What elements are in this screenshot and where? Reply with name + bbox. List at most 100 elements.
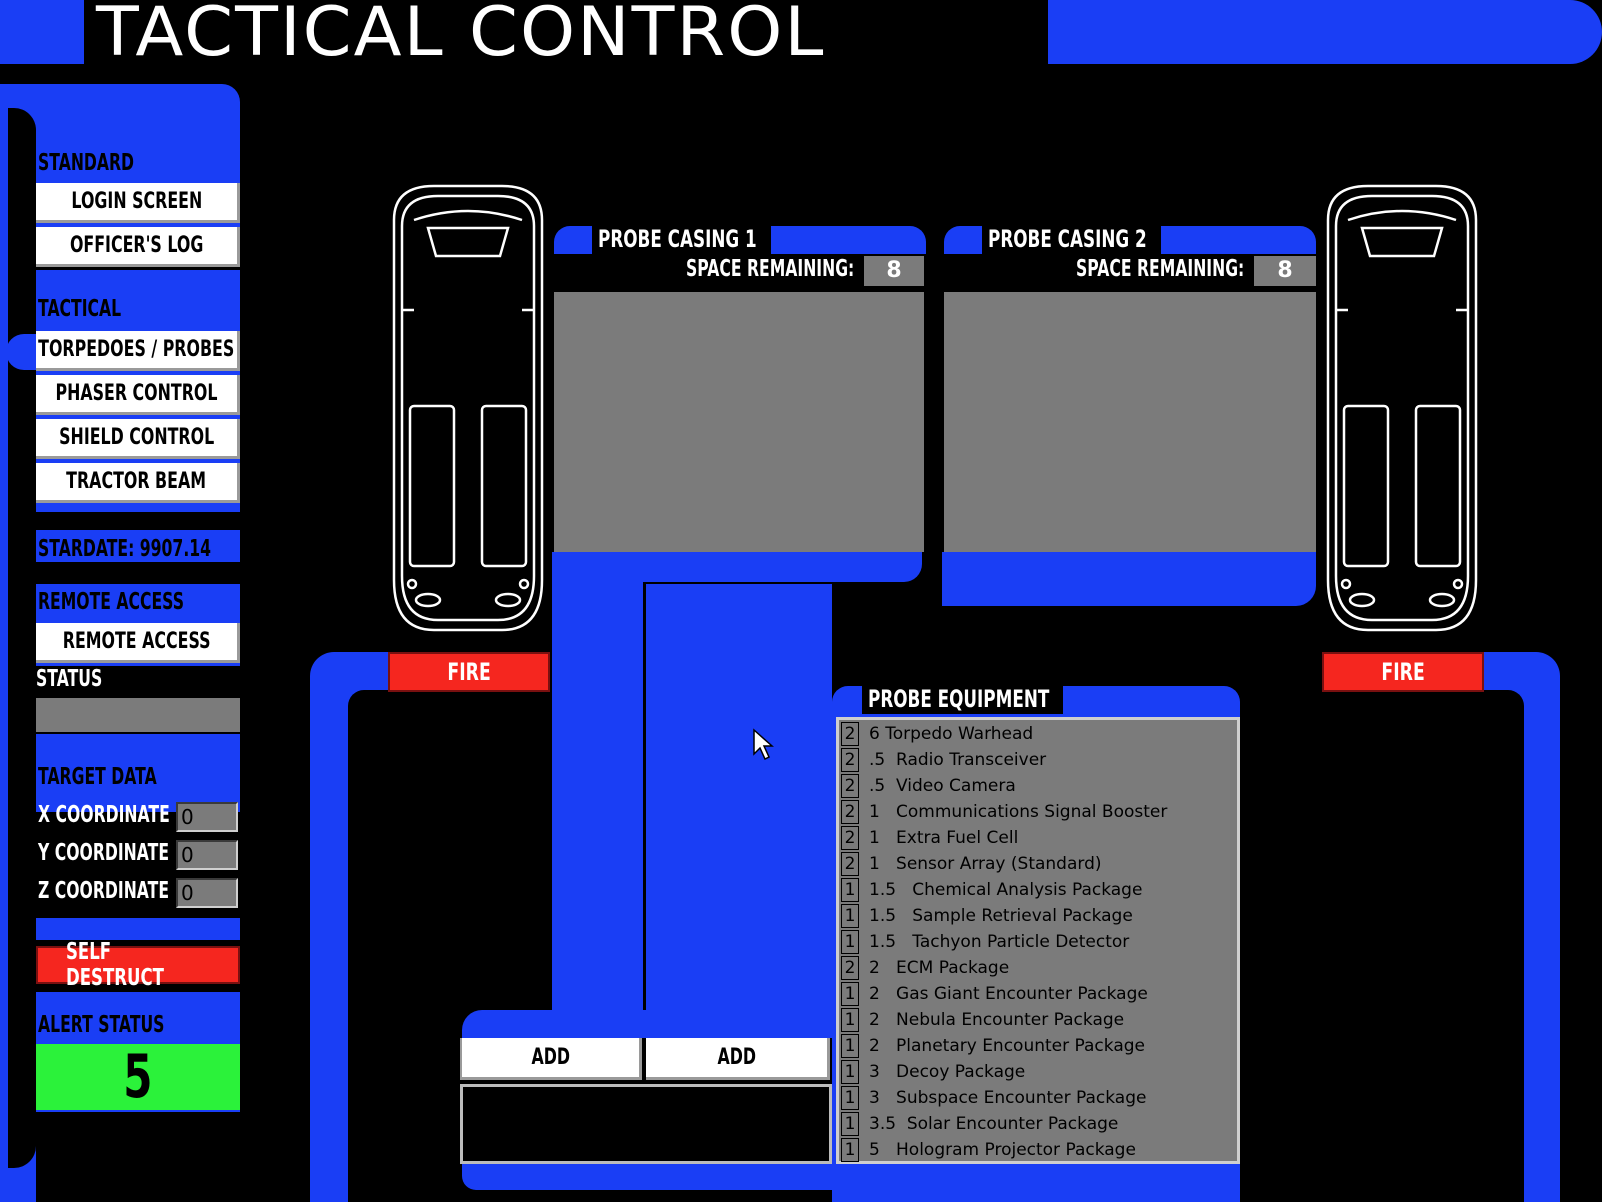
probe2-bottom-frame xyxy=(942,552,1316,606)
torpedoes-probes-button[interactable]: TORPEDOES / PROBES xyxy=(36,331,240,371)
equipment-item-name: 3.5 Solar Encounter Package xyxy=(869,1114,1119,1134)
equipment-list[interactable]: 26 Torpedo Warhead 2.5 Radio Transceiver 2… xyxy=(836,717,1240,1164)
equipment-item-name: 5 Hologram Projector Package xyxy=(869,1140,1136,1160)
z-coordinate-field[interactable]: 0 xyxy=(176,878,238,908)
tactical-heading: TACTICAL xyxy=(38,296,122,322)
equipment-item-name: .5 Radio Transceiver xyxy=(869,750,1047,770)
equipment-item-name: .5 Video Camera xyxy=(869,776,1016,796)
equipment-item-quantity: 1 xyxy=(841,982,859,1006)
probe2-schematic-icon xyxy=(1326,184,1478,632)
center-column-frame xyxy=(552,570,642,1030)
equipment-item[interactable]: 1 1.5 Chemical Analysis Package xyxy=(839,878,1237,904)
equipment-item-quantity: 1 xyxy=(841,1008,859,1032)
phaser-control-button[interactable]: PHASER CONTROL xyxy=(36,375,240,415)
shield-control-button[interactable]: SHIELD CONTROL xyxy=(36,419,240,459)
fire-probe1-button[interactable]: FIRE xyxy=(388,652,550,692)
selected-indicator xyxy=(6,334,40,370)
equipment-item[interactable]: 2 1 Extra Fuel Cell xyxy=(839,826,1237,852)
equipment-item[interactable]: 1 2 Nebula Encounter Package xyxy=(839,1008,1237,1034)
page-title: TACTICAL CONTROL xyxy=(96,0,826,72)
stardate-readout: STARDATE: 9907.14 xyxy=(38,536,212,562)
equipment-item-name: 6 Torpedo Warhead xyxy=(869,724,1034,744)
equipment-item[interactable]: 2 1 Sensor Array (Standard) xyxy=(839,852,1237,878)
add-info-box xyxy=(460,1084,832,1164)
equipment-item-quantity: 1 xyxy=(841,1060,859,1084)
standard-heading: STANDARD xyxy=(38,150,135,176)
equipment-item-quantity: 1 xyxy=(841,1034,859,1058)
right-fire-frame-inner xyxy=(1478,690,1524,1202)
equipment-item-quantity: 1 xyxy=(841,1112,859,1136)
mouse-cursor-icon xyxy=(753,728,774,761)
equipment-item[interactable]: 1 3.5 Solar Encounter Package xyxy=(839,1112,1237,1138)
equipment-item-name: 2 Planetary Encounter Package xyxy=(869,1036,1145,1056)
left-fire-frame-inner xyxy=(348,690,390,1202)
equipment-item-quantity: 1 xyxy=(841,878,859,902)
equipment-item-quantity: 2 xyxy=(841,774,859,798)
equipment-item[interactable]: 1 5 Hologram Projector Package xyxy=(839,1138,1237,1164)
probe2-contents-list[interactable] xyxy=(944,292,1316,552)
status-label: STATUS xyxy=(36,666,103,692)
equipment-item[interactable]: 2 1 Communications Signal Booster xyxy=(839,800,1237,826)
equipment-item-quantity: 2 xyxy=(841,722,859,746)
equipment-item-name: 2 ECM Package xyxy=(869,958,1010,978)
equipment-item-name: 2 Nebula Encounter Package xyxy=(869,1010,1125,1030)
sidebar-gap xyxy=(36,562,240,584)
probe1-contents-list[interactable] xyxy=(554,292,924,552)
probe1-schematic-icon xyxy=(392,184,544,632)
equipment-item[interactable]: 1 1.5 Sample Retrieval Package xyxy=(839,904,1237,930)
frame-cutout-2 xyxy=(832,606,1316,686)
equipment-item-name: 1 Extra Fuel Cell xyxy=(869,828,1019,848)
equipment-item[interactable]: 1 2 Planetary Encounter Package xyxy=(839,1034,1237,1060)
equipment-item-name: 1.5 Tachyon Particle Detector xyxy=(869,932,1130,952)
equipment-item-quantity: 1 xyxy=(841,1138,859,1162)
equipment-item[interactable]: 1 3 Subspace Encounter Package xyxy=(839,1086,1237,1112)
equipment-item[interactable]: 2 .5 Radio Transceiver xyxy=(839,748,1237,774)
target-data-heading: TARGET DATA xyxy=(38,764,157,790)
center-divider xyxy=(643,582,646,1042)
equipment-item[interactable]: 2 .5 Video Camera xyxy=(839,774,1237,800)
equipment-item-name: 1.5 Chemical Analysis Package xyxy=(869,880,1143,900)
equipment-item-name: 1.5 Sample Retrieval Package xyxy=(869,906,1133,926)
equipment-item-quantity: 2 xyxy=(841,748,859,772)
alert-status-heading: ALERT STATUS xyxy=(38,1012,165,1038)
frame-cutout xyxy=(646,582,832,584)
self-destruct-button[interactable]: SELF DESTRUCT xyxy=(36,939,240,991)
equipment-item-name: 3 Decoy Package xyxy=(869,1062,1026,1082)
equipment-item-name: 1 Sensor Array (Standard) xyxy=(869,854,1102,874)
probe1-title: PROBE CASING 1 xyxy=(592,224,771,254)
equipment-item[interactable]: 1 3 Decoy Package xyxy=(839,1060,1237,1086)
probe2-title: PROBE CASING 2 xyxy=(982,224,1161,254)
equipment-item-quantity: 2 xyxy=(841,956,859,980)
sidebar-gap xyxy=(36,512,240,530)
alert-status-indicator: 5 xyxy=(36,1042,240,1112)
add-probe2-button[interactable]: ADD xyxy=(646,1038,830,1080)
title-bar-right-block xyxy=(1048,0,1602,64)
equipment-item[interactable]: 2 6 Torpedo Warhead xyxy=(839,722,1237,748)
sidebar-gap xyxy=(36,1112,240,1202)
equipment-item-quantity: 2 xyxy=(841,852,859,876)
status-field xyxy=(36,698,240,732)
equipment-item[interactable]: 2 2 ECM Package xyxy=(839,956,1237,982)
equipment-item[interactable]: 1 2 Gas Giant Encounter Package xyxy=(839,982,1237,1008)
equipment-item-name: 2 Gas Giant Encounter Package xyxy=(869,984,1148,1004)
center-column-frame-2 xyxy=(642,582,832,1030)
tractor-beam-button[interactable]: TRACTOR BEAM xyxy=(36,463,240,503)
officers-log-button[interactable]: OFFICER'S LOG xyxy=(36,227,240,267)
remote-access-heading: REMOTE ACCESS xyxy=(38,589,184,615)
equipment-item-name: 1 Communications Signal Booster xyxy=(869,802,1168,822)
equipment-item-quantity: 1 xyxy=(841,904,859,928)
y-coordinate-field[interactable]: 0 xyxy=(176,840,238,870)
x-coordinate-field[interactable]: 0 xyxy=(176,802,238,832)
probe2-space-value: 8 xyxy=(1254,256,1316,286)
equipment-heading: PROBE EQUIPMENT xyxy=(862,684,1064,714)
remote-access-button[interactable]: REMOTE ACCESS xyxy=(36,623,240,663)
equipment-item-quantity: 1 xyxy=(841,930,859,954)
probe1-space-value: 8 xyxy=(864,256,924,286)
fire-probe2-button[interactable]: FIRE xyxy=(1322,652,1484,692)
equipment-item[interactable]: 1 1.5 Tachyon Particle Detector xyxy=(839,930,1237,956)
login-screen-button[interactable]: LOGIN SCREEN xyxy=(36,183,240,223)
add-area-frame xyxy=(462,1010,832,1038)
sidebar-edge xyxy=(0,84,8,1202)
equipment-item-quantity: 1 xyxy=(841,1086,859,1110)
add-probe1-button[interactable]: ADD xyxy=(460,1038,642,1080)
